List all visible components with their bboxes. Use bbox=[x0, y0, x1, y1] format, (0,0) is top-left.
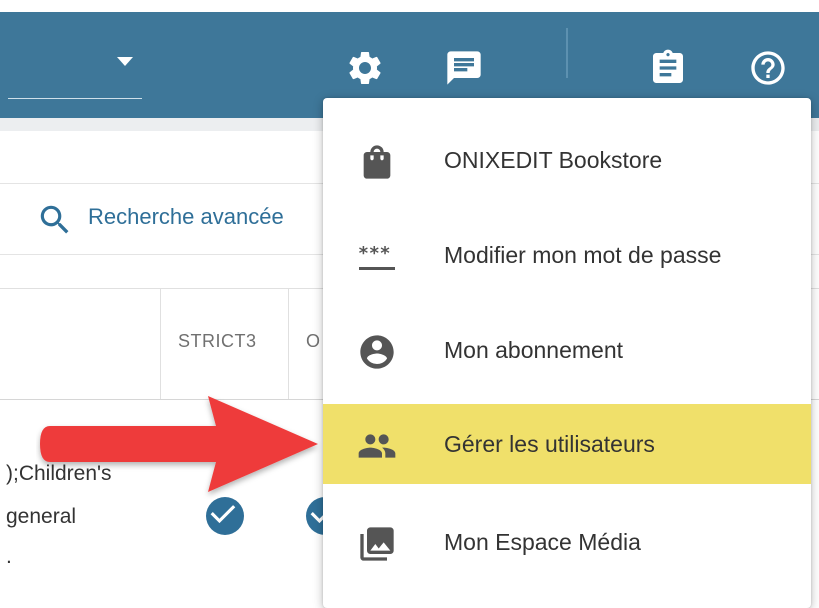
menu-item-label: Mon abonnement bbox=[444, 337, 624, 363]
toolbar-divider bbox=[566, 28, 568, 78]
cell-text-line3: . bbox=[6, 545, 12, 568]
dropdown-caret-icon[interactable] bbox=[117, 57, 133, 66]
menu-item-media-space[interactable]: Mon Espace Média bbox=[323, 502, 811, 582]
menu-item-label: Modifier mon mot de passe bbox=[444, 242, 722, 268]
user-dropdown-menu: ONIXEDIT Bookstore *** Modifier mon mot … bbox=[323, 98, 811, 608]
menu-item-change-password[interactable]: *** Modifier mon mot de passe bbox=[323, 215, 811, 295]
menu-item-label: Gérer les utilisateurs bbox=[444, 431, 655, 457]
select-underline bbox=[8, 98, 142, 99]
cell-text-line2: general bbox=[6, 505, 77, 528]
svg-text:***: *** bbox=[358, 243, 391, 264]
photo-library-icon bbox=[357, 524, 397, 564]
menu-item-manage-users[interactable]: Gérer les utilisateurs bbox=[323, 404, 811, 484]
shopping-bag-icon bbox=[357, 142, 397, 182]
search-icon[interactable] bbox=[36, 201, 74, 244]
column-separator bbox=[160, 289, 161, 399]
menu-item-label: Mon Espace Média bbox=[444, 529, 641, 555]
account-circle-icon bbox=[357, 332, 397, 372]
advanced-search-link[interactable]: Recherche avancée bbox=[88, 204, 284, 230]
menu-item-subscription[interactable]: Mon abonnement bbox=[323, 310, 811, 390]
column-header-strict3[interactable]: STRICT3 bbox=[178, 331, 257, 352]
menu-item-label: ONIXEDIT Bookstore bbox=[444, 147, 663, 173]
clipboard-icon[interactable] bbox=[648, 48, 688, 88]
menu-item-bookstore[interactable]: ONIXEDIT Bookstore bbox=[323, 120, 811, 200]
red-arrow-icon bbox=[36, 392, 326, 507]
password-icon: *** bbox=[357, 237, 397, 277]
people-icon bbox=[357, 426, 397, 466]
column-header-o[interactable]: O bbox=[306, 331, 321, 352]
help-icon[interactable] bbox=[748, 48, 788, 88]
message-icon[interactable] bbox=[444, 48, 484, 88]
column-separator bbox=[288, 289, 289, 399]
gear-icon[interactable] bbox=[345, 48, 385, 88]
